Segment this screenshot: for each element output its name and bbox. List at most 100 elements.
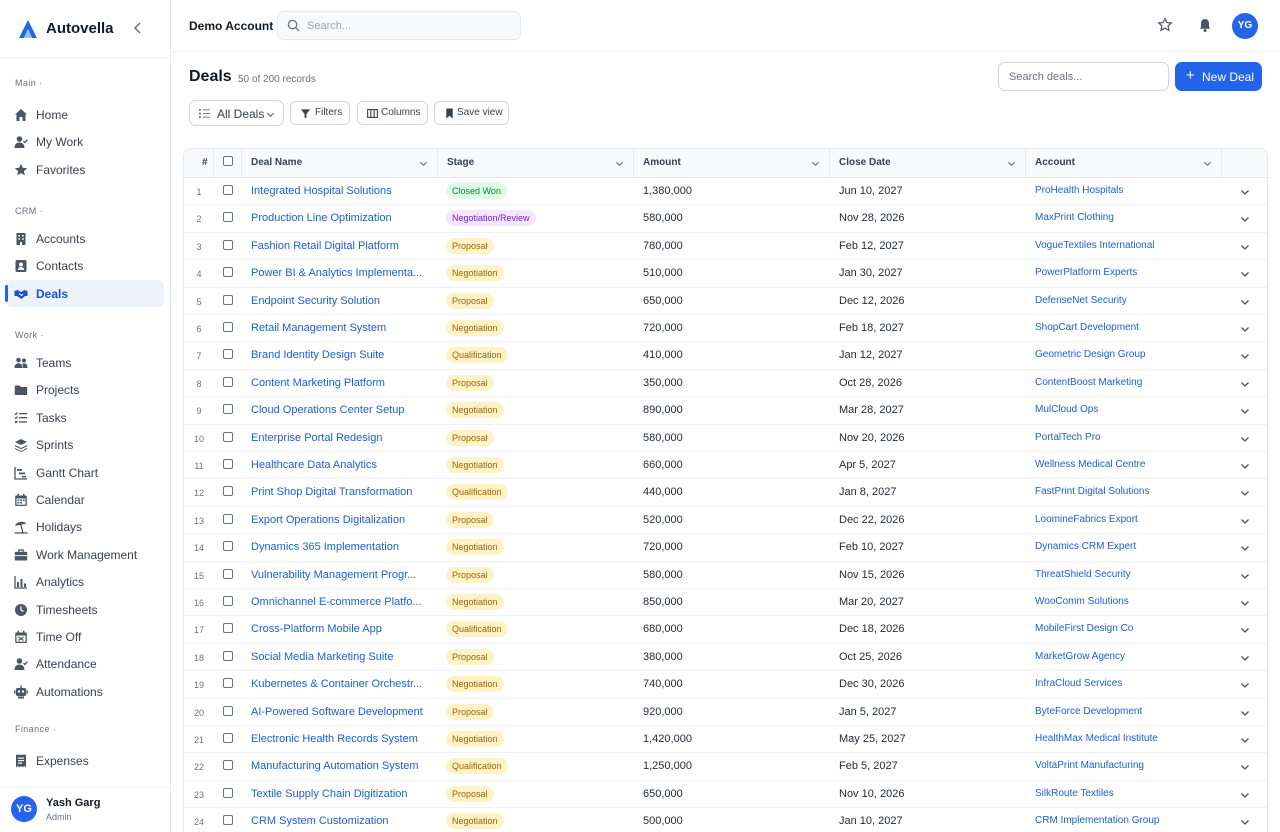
top-user-avatar[interactable]: YG <box>1232 13 1258 39</box>
row-expand-chevron-icon[interactable] <box>1240 598 1250 608</box>
sidebar-item-holidays[interactable]: Holidays <box>6 513 164 540</box>
deal-name-link[interactable]: Manufacturing Automation System <box>251 760 431 772</box>
sidebar-item-timesheets[interactable]: Timesheets <box>6 596 164 623</box>
row-checkbox[interactable] <box>223 760 233 771</box>
row-checkbox[interactable] <box>223 623 233 634</box>
row-expand-chevron-icon[interactable] <box>1240 351 1250 361</box>
row-checkbox[interactable] <box>223 486 233 497</box>
row-expand-chevron-icon[interactable] <box>1240 680 1250 690</box>
sidebar-item-teams[interactable]: Teams <box>6 349 164 376</box>
account-link[interactable]: Dynamics CRM Expert <box>1035 541 1136 552</box>
table-row[interactable]: 5 Endpoint Security Solution Proposal 650,0… <box>184 288 1267 315</box>
row-checkbox[interactable] <box>223 294 233 305</box>
row-expand-chevron-icon[interactable] <box>1240 434 1250 444</box>
deal-name-link[interactable]: Textile Supply Chain Digitization <box>251 788 431 800</box>
deal-name-link[interactable]: Fashion Retail Digital Platform <box>251 240 431 252</box>
new-deal-button[interactable]: + New Deal <box>1175 62 1262 91</box>
account-link[interactable]: HealthMax Medical Institute <box>1035 733 1158 744</box>
row-expand-chevron-icon[interactable] <box>1240 269 1250 279</box>
sidebar-item-expenses[interactable]: Expenses <box>6 747 164 774</box>
row-checkbox[interactable] <box>223 733 233 743</box>
sidebar-item-automations[interactable]: Automations <box>6 678 164 705</box>
deal-name-link[interactable]: Export Operations Digitalization <box>251 514 431 526</box>
row-checkbox[interactable] <box>223 349 233 360</box>
table-row[interactable]: 22 Manufacturing Automation System Qualifi… <box>184 753 1267 781</box>
deal-name-link[interactable]: Vulnerability Management Progr... <box>251 569 431 581</box>
sidebar-item-projects[interactable]: Projects <box>6 376 164 403</box>
sidebar-item-gantt-chart[interactable]: Gantt Chart <box>6 459 164 486</box>
sidebar-item-time-off[interactable]: Time Off <box>6 623 164 650</box>
column-header-stage[interactable]: Stage <box>438 149 634 178</box>
row-checkbox[interactable] <box>223 185 233 195</box>
account-link[interactable]: VogueTextiles International <box>1035 240 1155 251</box>
global-search[interactable] <box>277 11 521 40</box>
row-expand-chevron-icon[interactable] <box>1240 708 1250 718</box>
table-row[interactable]: 4 Power BI & Analytics Implementa... Negot… <box>184 260 1267 288</box>
row-expand-chevron-icon[interactable] <box>1240 762 1250 772</box>
table-row[interactable]: 6 Retail Management System Negotiation 720,… <box>184 315 1267 343</box>
filters-button[interactable]: Filters <box>290 101 350 125</box>
row-expand-chevron-icon[interactable] <box>1240 242 1250 252</box>
deal-name-link[interactable]: Electronic Health Records System <box>251 733 431 745</box>
collapse-sidebar-chevron-icon[interactable] <box>130 20 146 36</box>
account-link[interactable]: MulCloud Ops <box>1035 404 1098 415</box>
sidebar-item-contacts[interactable]: Contacts <box>6 252 164 279</box>
save-view-button[interactable]: Save view <box>434 101 509 125</box>
deal-name-link[interactable]: Cross-Platform Mobile App <box>251 623 431 635</box>
row-expand-chevron-icon[interactable] <box>1240 187 1250 197</box>
account-link[interactable]: MobileFirst Design Co <box>1035 623 1133 634</box>
deal-name-link[interactable]: CRM System Customization <box>251 815 431 827</box>
favorite-star-icon[interactable] <box>1157 17 1173 33</box>
deal-name-link[interactable]: Power BI & Analytics Implementa... <box>251 267 431 279</box>
deal-name-link[interactable]: Content Marketing Platform <box>251 377 431 389</box>
row-expand-chevron-icon[interactable] <box>1240 406 1250 416</box>
row-expand-chevron-icon[interactable] <box>1240 653 1250 663</box>
table-row[interactable]: 21 Electronic Health Records System Negoti… <box>184 726 1267 754</box>
sidebar-item-analytics[interactable]: Analytics <box>6 568 164 595</box>
table-row[interactable]: 2 Production Line Optimization Negotiation… <box>184 205 1267 233</box>
table-row[interactable]: 11 Healthcare Data Analytics Negotiation 66… <box>184 452 1267 480</box>
account-link[interactable]: CRM Implementation Group <box>1035 815 1160 826</box>
row-checkbox[interactable] <box>223 513 233 524</box>
row-expand-chevron-icon[interactable] <box>1240 324 1250 334</box>
column-header-account[interactable]: Account <box>1026 149 1222 178</box>
account-link[interactable]: Wellness Medical Centre <box>1035 459 1145 470</box>
sidebar-item-attendance[interactable]: Attendance <box>6 650 164 677</box>
deal-name-link[interactable]: AI-Powered Software Development <box>251 706 431 718</box>
table-row[interactable]: 9 Cloud Operations Center Setup Negotiatio… <box>184 397 1267 425</box>
table-row[interactable]: 10 Enterprise Portal Redesign Proposal 580,… <box>184 425 1267 452</box>
deal-name-link[interactable]: Social Media Marketing Suite <box>251 651 431 663</box>
row-checkbox[interactable] <box>223 431 233 442</box>
deal-name-link[interactable]: Retail Management System <box>251 322 431 334</box>
row-checkbox[interactable] <box>223 459 233 469</box>
sidebar-item-home[interactable]: Home <box>6 101 164 128</box>
row-checkbox[interactable] <box>223 376 233 387</box>
account-link[interactable]: FastPrint Digital Solutions <box>1035 486 1150 497</box>
user-profile[interactable]: YG Yash Garg Admin <box>0 787 170 832</box>
view-selector[interactable]: All Deals <box>189 100 284 126</box>
sidebar-item-deals[interactable]: Deals <box>5 279 164 307</box>
account-link[interactable]: MaxPrint Clothing <box>1035 212 1114 223</box>
column-header-close-date[interactable]: Close Date <box>830 149 1026 178</box>
row-expand-chevron-icon[interactable] <box>1240 297 1250 307</box>
row-expand-chevron-icon[interactable] <box>1240 379 1250 389</box>
sidebar-item-accounts[interactable]: Accounts <box>6 225 164 252</box>
table-row[interactable]: 15 Vulnerability Management Progr... Propo… <box>184 562 1267 589</box>
row-expand-chevron-icon[interactable] <box>1240 571 1250 581</box>
row-expand-chevron-icon[interactable] <box>1240 461 1250 471</box>
table-row[interactable]: 16 Omnichannel E-commerce Platfo... Negoti… <box>184 589 1267 617</box>
notification-bell-icon[interactable] <box>1197 17 1213 33</box>
sidebar-item-favorites[interactable]: Favorites <box>6 156 164 183</box>
row-checkbox[interactable] <box>223 815 233 826</box>
sidebar-item-tasks[interactable]: Tasks <box>6 404 164 431</box>
account-link[interactable]: LoomineFabrics Export <box>1035 514 1138 525</box>
row-checkbox[interactable] <box>223 787 233 798</box>
column-header-deal-name[interactable]: Deal Name <box>242 149 438 178</box>
columns-button[interactable]: Columns <box>357 101 428 125</box>
row-expand-chevron-icon[interactable] <box>1240 625 1250 635</box>
table-row[interactable]: 17 Cross-Platform Mobile App Qualification… <box>184 616 1267 644</box>
account-link[interactable]: PortalTech Pro <box>1035 432 1101 443</box>
sidebar-item-work-management[interactable]: Work Management <box>6 541 164 568</box>
column-header-amount[interactable]: Amount <box>634 149 830 178</box>
sidebar-item-calendar[interactable]: Calendar <box>6 486 164 513</box>
